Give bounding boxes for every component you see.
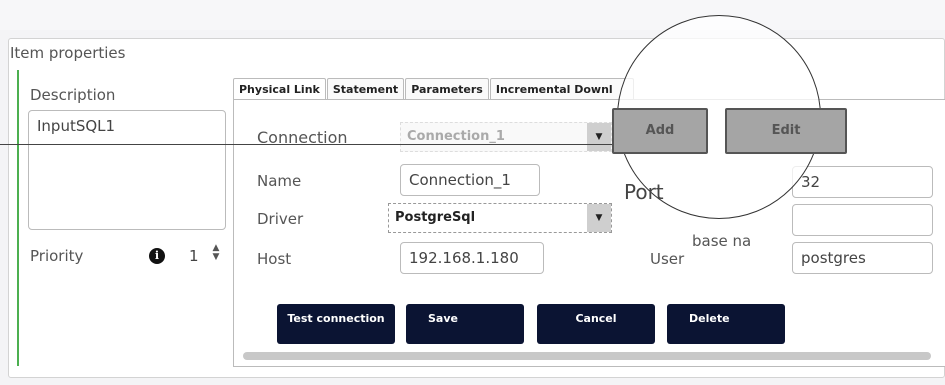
database-input[interactable] — [792, 204, 933, 236]
name-label: Name — [257, 172, 302, 190]
tab-parameters[interactable]: Parameters — [405, 78, 489, 100]
priority-stepper[interactable]: ▲ ▼ — [211, 244, 221, 262]
edit-connection-button[interactable]: Edit — [725, 108, 847, 154]
horizontal-scrollbar[interactable] — [243, 352, 931, 360]
connection-select[interactable]: Connection_1 ▼ — [400, 122, 612, 152]
description-label: Description — [30, 86, 116, 104]
section-divider — [17, 70, 19, 366]
description-textarea[interactable]: InputSQL1 — [28, 110, 226, 230]
driver-label: Driver — [257, 210, 304, 228]
tab-physical-link[interactable]: Physical Link — [233, 78, 326, 101]
user-input[interactable]: postgres — [792, 242, 933, 274]
delete-button[interactable]: Delete — [667, 304, 785, 344]
save-button[interactable]: Save — [406, 304, 524, 344]
info-icon[interactable]: i — [149, 248, 165, 264]
priority-value[interactable]: 1 — [189, 247, 199, 265]
port-input[interactable]: 32 — [792, 166, 933, 198]
tab-strip: Physical Link Statement Parameters Incre… — [233, 78, 635, 101]
chevron-down-icon[interactable]: ▼ — [587, 204, 611, 232]
panel-title: Item properties — [10, 44, 126, 62]
driver-select[interactable]: PostgreSql ▼ — [388, 203, 612, 233]
driver-select-value: PostgreSql — [395, 210, 476, 225]
database-label: base na — [692, 232, 752, 250]
tab-statement[interactable]: Statement — [326, 78, 405, 100]
name-input[interactable]: Connection_1 — [400, 164, 540, 196]
host-label: Host — [257, 250, 292, 268]
priority-label: Priority — [30, 247, 84, 265]
test-connection-button[interactable]: Test connection — [277, 304, 395, 344]
chevron-down-icon[interactable]: ▼ — [587, 123, 611, 151]
tab-incremental-download[interactable]: Incremental Downl — [489, 78, 634, 100]
magnifier-pointer-line — [0, 144, 625, 145]
add-connection-button[interactable]: Add — [612, 108, 708, 154]
stepper-down-icon[interactable]: ▼ — [211, 253, 221, 262]
connection-select-value: Connection_1 — [407, 129, 505, 144]
cancel-button[interactable]: Cancel — [537, 304, 655, 344]
port-label: Port — [624, 180, 664, 204]
host-input[interactable]: 192.168.1.180 — [400, 242, 544, 274]
top-strip — [0, 0, 945, 30]
user-label: User — [650, 250, 685, 268]
